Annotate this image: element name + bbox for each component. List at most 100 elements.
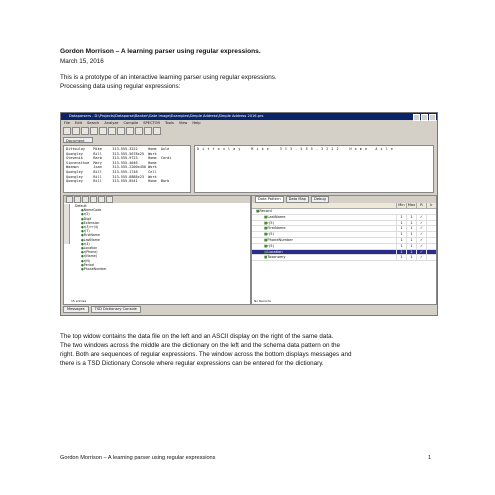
schema-row-min: 1 [396, 249, 406, 255]
schema-tab: Debug [310, 196, 329, 203]
schema-row-max: 1 [406, 249, 416, 255]
dictionary-side-tab [64, 204, 70, 244]
schema-rows: Record LastName11✓r(5)11✓FirstName11✓r(5… [252, 209, 436, 262]
schema-row-name: FirstName [252, 226, 396, 231]
body-line-3: right. Both are sequences of regular exp… [60, 351, 352, 358]
schema-row-r: ✓ [416, 249, 426, 255]
schema-tab: Data Map [285, 196, 309, 203]
paper-date: March 15, 2016 [60, 58, 104, 65]
schema-row-name: r(5) [252, 244, 396, 249]
menu-item: Search [86, 121, 100, 125]
open-icon [72, 127, 80, 135]
menu-item: Edit [75, 121, 82, 125]
menu-item: SPECTOR [143, 121, 160, 125]
bottom-tab: TSD Dictionary Console [90, 305, 141, 313]
schema-row-max: 1 [406, 226, 416, 232]
dict-check-icon [106, 196, 113, 203]
dict-add-icon [98, 196, 105, 203]
schema-status: No Records [254, 299, 271, 303]
dict-open-icon [74, 196, 81, 203]
paper-title: Gordon Morrison – A learning parser usin… [60, 48, 261, 55]
schema-row-r: ✓ [416, 220, 426, 226]
schema-row-min: 1 [396, 237, 406, 243]
schema-row-max: 1 [406, 214, 416, 220]
tab-document: Document [63, 137, 93, 143]
dictionary-toolbar [64, 196, 250, 203]
page-number: 1 [428, 455, 432, 461]
schema-row-name: Taxonomy [252, 255, 396, 260]
schema-row: Taxonomy11✓ [252, 255, 436, 262]
menu-item: File [64, 121, 71, 125]
schema-row-ir [426, 255, 436, 261]
dict-delete-icon [90, 196, 97, 203]
schema-pane: Data PatternData MapDebug MinMaxRIr Reco… [251, 195, 437, 305]
schema-column-header: Ir [426, 203, 436, 208]
dict-save-icon [82, 196, 89, 203]
schema-row-name: r(5) [252, 232, 396, 237]
intro-line-2: Processing data using regular expression… [60, 83, 181, 90]
schema-row-name: Location [252, 250, 396, 255]
schema-header-name [252, 203, 396, 208]
paste-icon [108, 127, 116, 135]
help-icon [153, 127, 161, 135]
data-file-pane: Dittoulay Mike 313-555-3222 Home Axle Quo… [63, 145, 191, 193]
schema-row-name: LastName [252, 215, 396, 220]
schema-row-min: 1 [396, 226, 406, 232]
data-row: Quongley Bill 313-555-8541 Home Barb [66, 179, 170, 184]
schema-row-r: ✓ [416, 237, 426, 243]
schema-row-ir [426, 232, 436, 237]
menu-bar: File Edit Search Analyze Compile SPECTOR Tools… [61, 120, 437, 126]
schema-column-header: Max [406, 203, 416, 208]
menu-item: View [178, 121, 188, 125]
schema-row-max: 1 [406, 237, 416, 243]
ascii-line: D i t t o u l a y M i k e 3 1 3 - 5 5 5 … [197, 147, 394, 151]
menu-item: Analyze [104, 121, 119, 125]
menu-item: Tools [164, 121, 174, 125]
schema-column-header: Min [396, 203, 406, 208]
run-icon [126, 127, 134, 135]
save-icon [81, 127, 89, 135]
schema-row-r: ✓ [416, 226, 426, 232]
schema-row-ir [426, 243, 436, 249]
new-icon [63, 127, 71, 135]
dictionary-tree: Default NameCoder(2)DigitExtensionr(3)+r… [71, 204, 201, 271]
intro-line-1: This is a prototype of an interactive le… [60, 74, 277, 81]
find-icon [117, 127, 125, 135]
app-screenshot: Dataparsers - D:\Projects\Dataparse\Bank… [60, 112, 438, 316]
schema-row-min: 1 [396, 220, 406, 226]
schema-root: Record [252, 209, 436, 214]
step-icon [144, 127, 152, 135]
body-line-1: The top widow contains the data file on … [60, 333, 334, 340]
ascii-display-pane: D i t t o u l a y M i k e 3 1 3 - 5 5 5 … [194, 145, 434, 193]
cut-icon [90, 127, 98, 135]
dictionary-status: 15 entries [71, 299, 87, 303]
schema-row-ir [426, 214, 436, 220]
menu-item: Help [192, 121, 201, 125]
copy-icon [99, 127, 107, 135]
schema-row-max: 1 [406, 255, 416, 261]
stop-icon [135, 127, 143, 135]
dictionary-pane: Default NameCoder(2)DigitExtensionr(3)+r… [63, 195, 251, 305]
page-footer: Gordon Morrison – A learning parser usin… [60, 455, 216, 461]
schema-row-min: 1 [396, 232, 406, 237]
schema-row-min: 1 [396, 255, 406, 261]
schema-row-name: PhoneNumber [252, 238, 396, 243]
schema-row-ir [426, 249, 436, 255]
schema-row-ir [426, 220, 436, 226]
schema-row-min: 1 [396, 243, 406, 249]
menu-item: Compile [123, 121, 139, 125]
dictionary-item: PhoneNumber [71, 267, 201, 271]
body-line-4: there is a TSD Dictionary Console where … [60, 360, 324, 367]
schema-row-r: ✓ [416, 255, 426, 261]
schema-row-r: ✓ [416, 232, 426, 237]
schema-tabs: Data Pattern Data Map Debug [252, 196, 436, 203]
schema-row-ir [426, 226, 436, 232]
schema-row-r: ✓ [416, 214, 426, 220]
schema-row-min: 1 [396, 214, 406, 220]
toolbar [63, 127, 161, 135]
dict-new-icon [66, 196, 73, 203]
schema-tab: Data Pattern [255, 196, 284, 203]
bottom-tab: Messages [63, 305, 89, 313]
schema-row-ir [426, 237, 436, 243]
schema-row-max: 1 [406, 232, 416, 237]
